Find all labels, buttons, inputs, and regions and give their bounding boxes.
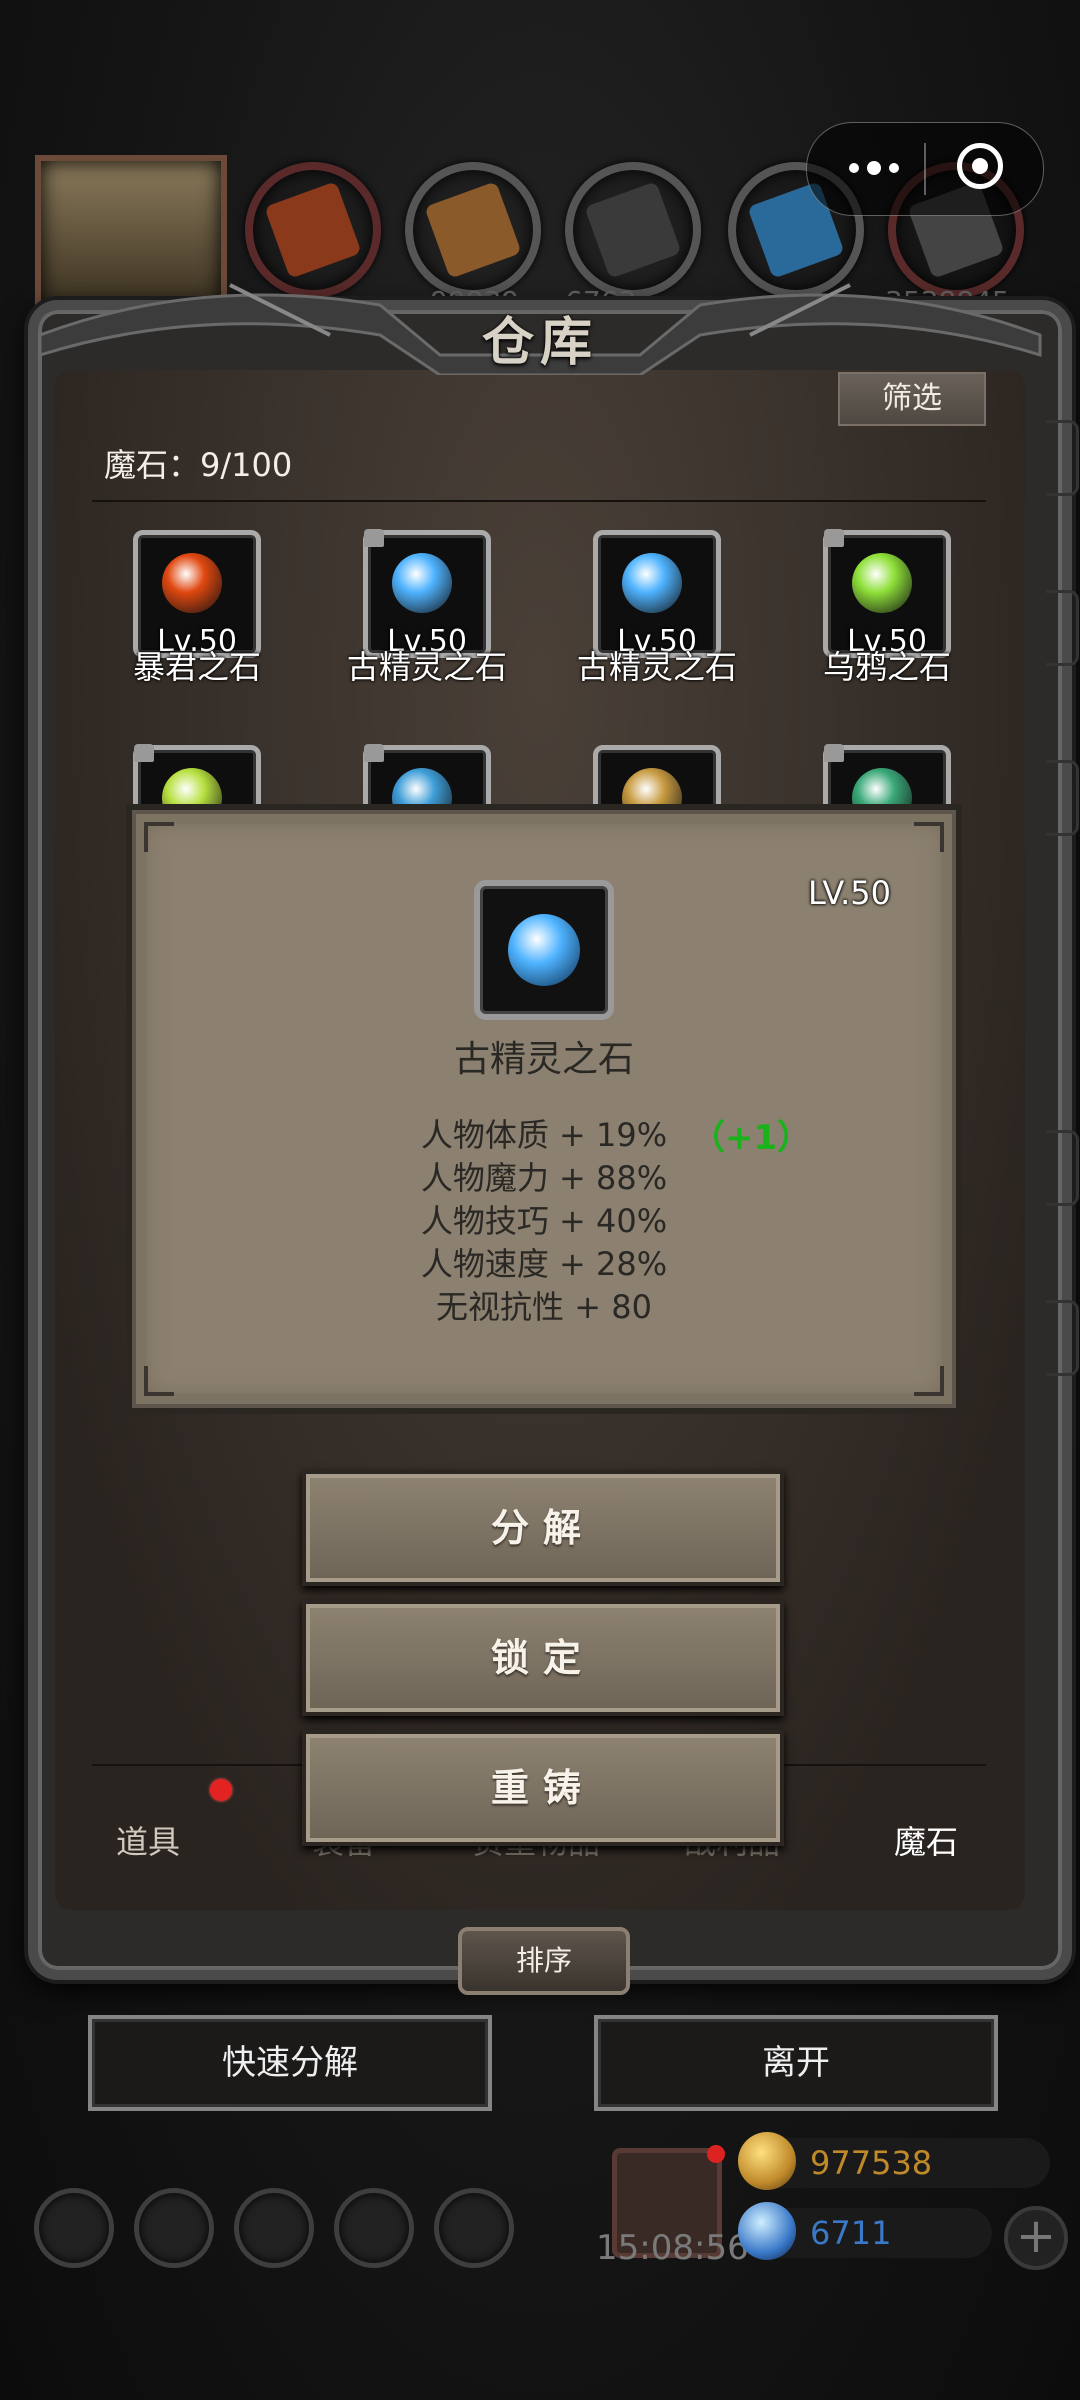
notification-dot bbox=[707, 2145, 725, 2163]
stat-line: 人物速度 + 28% bbox=[420, 1245, 668, 1283]
gold-amount: 977538 bbox=[810, 2144, 933, 2182]
recast-button[interactable]: 重铸 bbox=[302, 1730, 784, 1846]
target-close-icon[interactable] bbox=[957, 143, 1003, 189]
lock-button[interactable]: 锁定 bbox=[302, 1600, 784, 1716]
mail-icon[interactable] bbox=[334, 2188, 414, 2268]
side-tab[interactable] bbox=[1046, 420, 1079, 496]
lock-icon bbox=[134, 744, 154, 762]
gold-coin-icon bbox=[738, 2132, 796, 2190]
capsule-divider bbox=[924, 143, 926, 195]
magic-stone-icon bbox=[852, 553, 912, 613]
popup-corner bbox=[914, 1366, 944, 1396]
item-slot[interactable]: Lv.50 bbox=[823, 529, 951, 659]
notification-dot bbox=[210, 1779, 232, 1801]
item-slot[interactable]: Lv.50 bbox=[133, 530, 261, 659]
popup-corner bbox=[144, 1366, 174, 1396]
lock-icon bbox=[824, 744, 844, 762]
leave-button[interactable]: 离开 bbox=[594, 2015, 998, 2111]
side-tab[interactable] bbox=[1046, 1130, 1079, 1206]
popup-corner bbox=[144, 822, 174, 852]
detail-level: LV.50 bbox=[808, 874, 891, 912]
side-tab[interactable] bbox=[1046, 1300, 1079, 1376]
star-icon[interactable] bbox=[134, 2188, 214, 2268]
item-name: 乌鸦之石 bbox=[822, 648, 951, 686]
settings-icon[interactable] bbox=[34, 2188, 114, 2268]
filter-button[interactable]: 筛选 bbox=[838, 372, 986, 426]
blue-gem-icon bbox=[738, 2202, 796, 2260]
detail-item-name: 古精灵之石 bbox=[453, 1039, 634, 1080]
add-currency-button[interactable]: + bbox=[1004, 2206, 1068, 2270]
more-dots-icon[interactable] bbox=[837, 123, 917, 215]
gem-amount: 6711 bbox=[810, 2214, 892, 2252]
magic-stone-capacity: 魔石：9/100 bbox=[104, 446, 293, 484]
item-name: 古精灵之石 bbox=[576, 648, 737, 686]
quick-decompose-button[interactable]: 快速分解 bbox=[88, 2015, 492, 2111]
divider bbox=[92, 500, 986, 502]
magic-stone-icon bbox=[392, 553, 452, 613]
ancient-elf-stone-icon bbox=[508, 914, 580, 986]
tab-magic-stones[interactable]: 魔石 bbox=[894, 1817, 958, 1863]
book-icon[interactable] bbox=[434, 2188, 514, 2268]
stat-bonus: （+1） bbox=[691, 1118, 812, 1158]
item-detail-popup: LV.50 古精灵之石 人物体质 + 19% 人物魔力 + 88% 人物技巧 +… bbox=[132, 810, 956, 1408]
item-name: 暴君之石 bbox=[132, 648, 261, 686]
item-slot[interactable]: Lv.50 bbox=[363, 529, 491, 659]
stat-line: 人物魔力 + 88% bbox=[420, 1159, 668, 1197]
rune-icon[interactable] bbox=[234, 2188, 314, 2268]
gem-display: 6711 bbox=[738, 2202, 992, 2260]
miniprogram-capsule bbox=[806, 122, 1044, 216]
side-tab[interactable] bbox=[1046, 760, 1079, 836]
lock-icon bbox=[364, 529, 384, 547]
item-slot[interactable]: Lv.50 bbox=[593, 530, 721, 659]
popup-corner bbox=[914, 822, 944, 852]
magic-stone-icon bbox=[622, 553, 682, 613]
tab-items[interactable]: 道具 bbox=[116, 1817, 180, 1863]
stat-line: 无视抗性 + 80 bbox=[436, 1288, 652, 1326]
sort-button[interactable]: 排序 bbox=[458, 1927, 630, 1995]
stat-line: 人物体质 + 19% bbox=[420, 1116, 668, 1154]
detail-item-slot bbox=[474, 880, 614, 1020]
stat-line: 人物技巧 + 40% bbox=[420, 1202, 668, 1240]
item-name: 古精灵之石 bbox=[346, 648, 507, 686]
decompose-button[interactable]: 分解 bbox=[302, 1470, 784, 1586]
gold-display: 977538 bbox=[738, 2132, 1050, 2190]
lock-icon bbox=[364, 744, 384, 762]
event-timer: 15:08:56 bbox=[596, 2228, 749, 2268]
side-tab[interactable] bbox=[1046, 590, 1079, 666]
magic-stone-icon bbox=[162, 553, 222, 613]
page-title: 仓库 bbox=[481, 312, 598, 373]
lock-icon bbox=[824, 529, 844, 547]
